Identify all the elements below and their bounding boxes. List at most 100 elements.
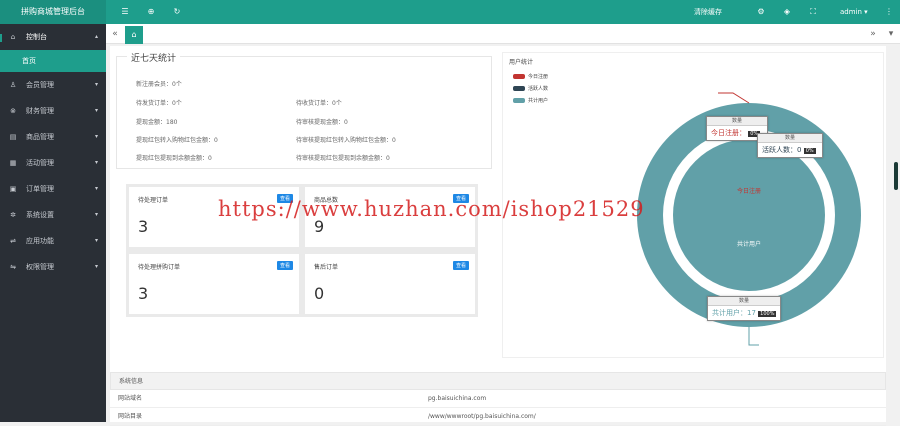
stat-pending-cash-to-balance: 待审核提现红包提现到余额金额：0 [296,155,390,162]
tooltip-text: 今日注册： [711,129,746,137]
sidebar-icon: ♙ [9,81,17,89]
stat-withdraw-amount: 提现金额：180 [136,119,178,126]
stats-title: 近七天统计 [127,51,181,64]
row-key: 网站域名 [118,395,143,402]
active-indicator [0,34,2,42]
sidebar-icon: ⊗ [10,107,16,115]
app-title: 拼购商城管理后台 [0,0,106,24]
chevron-down-icon: ▾ [94,263,98,270]
sidebar-icon: ⇌ [10,237,16,245]
chevron-down-icon: ▾ [864,8,868,16]
sidebar-item[interactable]: ✲ 系统设置 ▾ [0,202,106,228]
skin-icon[interactable]: ◈ [782,7,792,17]
sidebar-item-label: 权限管理 [26,263,54,271]
tooltip-header: 数量 [708,297,780,306]
home-icon: ⌂ [10,33,16,41]
stat-cash-to-purchase: 提现红包转入购物红包金额：0 [136,137,218,144]
sidebar-item-label: 订单管理 [26,185,54,193]
sidebar-icon: ▦ [9,159,17,167]
card-pending-group-orders: 待处理拼购订单 查看 3 [129,254,299,314]
label-line-today [718,92,750,104]
sidebar-item[interactable]: ▤ 商品管理 ▾ [0,124,106,150]
top-bar: 拼购商城管理后台 ☰ ⊕ ↻ 清除缓存 ⚙ ◈ ⛶ admin ▾ ⋮ [0,0,900,24]
scrollbar-track[interactable] [894,46,898,422]
card-title: 售后订单 [314,264,339,271]
fullscreen-icon[interactable]: ⛶ [808,7,818,17]
stat-pending-orders: 待发货订单：0个 [136,100,182,107]
sidebar-item[interactable]: ⇋ 权限管理 ▾ [0,254,106,280]
table-row: 网站目录 /www/wwwroot/pg.baisuichina.com/ [110,408,886,426]
sidebar-item-label: 商品管理 [26,133,54,141]
row-value: /www/wwwroot/pg.baisuichina.com/ [428,413,536,420]
sidebar-icon: ⇋ [10,263,16,271]
system-info-title: 系统信息 [110,372,886,390]
stat-new-members: 新注册会员：0个 [136,81,182,88]
sidebar-item[interactable]: ▦ 活动管理 ▾ [0,150,106,176]
sidebar-item[interactable]: ⊗ 财务管理 ▾ [0,98,106,124]
more-icon[interactable]: ⋮ [884,7,894,17]
tooltip-text: 共计用户：17 [712,309,756,317]
sidebar-item-label: 系统设置 [26,211,54,219]
tooltip-pct: 100% [758,311,777,317]
sidebar-item-label: 应用功能 [26,237,54,245]
sidebar-item[interactable]: ⇌ 应用功能 ▾ [0,228,106,254]
chevron-up-icon: ▴ [94,33,98,40]
username-label: admin [840,8,862,16]
refresh-icon[interactable]: ↻ [172,7,182,17]
tooltip-active: 数量 活跃人数：0 0% [757,133,823,158]
sidebar-icon: ✲ [10,211,16,219]
chevron-down-icon: ▾ [94,159,98,166]
chevron-down-icon: ▾ [94,107,98,114]
menu-toggle-icon[interactable]: ☰ [120,7,130,17]
tab-scroll-right-button[interactable]: » [866,24,880,44]
card-title: 待处理订单 [138,197,169,204]
clear-cache-button[interactable]: 清除缓存 [694,0,722,24]
sidebar-icon: ▣ [9,185,17,193]
stat-pending-withdraw: 待审核提现金额：0 [296,119,348,126]
seven-day-stats: 近七天统计 新注册会员：0个 待发货订单：0个 待收货订单：0个 提现金额：18… [116,51,492,169]
view-button[interactable]: 查看 [276,261,293,270]
tooltip-header: 数量 [707,117,767,126]
sidebar-item-label: 活动管理 [26,159,54,167]
card-value: 3 [138,217,149,236]
stat-pending-receive: 待收货订单：0个 [296,100,342,107]
slice-label-today: 今日注册 [737,187,761,195]
chevron-down-icon: ▾ [94,133,98,140]
row-key: 网站目录 [118,413,143,420]
sidebar-subitem-home[interactable]: 首页 [0,50,106,72]
sidebar-item[interactable]: ▣ 订单管理 ▾ [0,176,106,202]
sidebar-item[interactable]: ♙ 会员管理 ▾ [0,72,106,98]
sidebar-icon: ▤ [9,133,17,141]
globe-icon[interactable]: ⊕ [146,7,156,17]
settings-icon[interactable]: ⚙ [756,7,766,17]
label-line-total [748,327,759,346]
chevron-down-icon: ▾ [94,185,98,192]
sidebar-item-label: 会员管理 [26,81,54,89]
tooltip-header: 数量 [758,134,822,143]
watermark-text: https://www.huzhan.com/ishop21529 [218,197,645,221]
tab-options-button[interactable]: ▾ [884,24,898,44]
stat-cash-to-balance: 提现红包提现到余额金额：0 [136,155,212,162]
row-value: pg.baisuichina.com [428,395,487,402]
sidebar-item-label: 控制台 [26,33,47,41]
main-content: 近七天统计 新注册会员：0个 待发货订单：0个 待收货订单：0个 提现金额：18… [110,46,886,426]
tooltip-text: 活跃人数：0 [762,146,802,154]
stat-pending-cash-to-purchase: 待审核提现红包转入购物红包金额：0 [296,137,396,144]
sidebar-item-label: 财务管理 [26,107,54,115]
user-menu[interactable]: admin ▾ [840,0,868,24]
system-info: 系统信息 网站域名 pg.baisuichina.com 网站目录 /www/w… [110,372,886,426]
chevron-down-icon: ▾ [94,237,98,244]
sidebar-item-console[interactable]: ⌂ 控制台 ▴ [0,24,106,50]
card-after-sale-orders: 售后订单 查看 0 [305,254,475,314]
sidebar: ⌂ 控制台 ▴ 首页 ♙ 会员管理 ▾ ⊗ 财务管理 ▾ ▤ 商品管理 ▾ ▦ 活动管理 ▾ ▣ 订单管理… [0,24,106,422]
inner-slice-total[interactable] [673,139,825,291]
view-button[interactable]: 查看 [452,261,469,270]
slice-label-total: 共计用户 [737,240,761,248]
card-value: 0 [314,284,325,303]
tab-home[interactable]: ⌂ [125,26,143,44]
card-value: 3 [138,284,149,303]
tab-scroll-left-button[interactable]: « [108,24,122,44]
chevron-down-icon: ▾ [94,81,98,88]
tooltip-pct: 0% [803,148,816,154]
scrollbar-thumb[interactable] [894,162,898,190]
